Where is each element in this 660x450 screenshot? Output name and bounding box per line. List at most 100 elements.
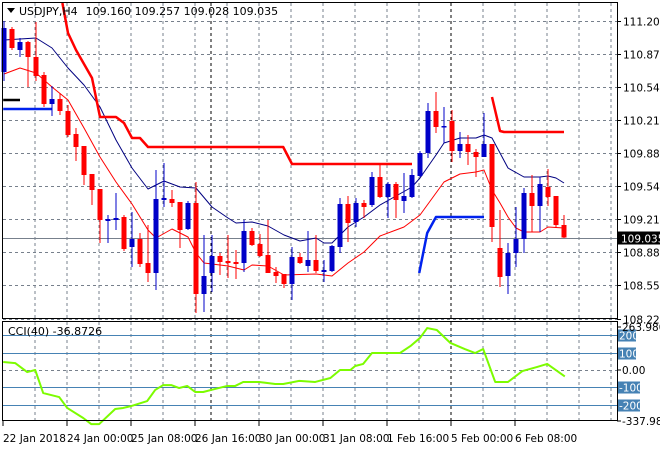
candle-bear (145, 263, 151, 273)
candle-bull (153, 199, 159, 273)
candle-bull (105, 219, 111, 221)
cci-level-label: 100 (619, 349, 639, 361)
candle-bull (441, 126, 447, 128)
price-tick-label: 109.545 (623, 182, 660, 194)
cci-title: CCI(40) -36.8726 (8, 325, 102, 338)
candle-bear (97, 189, 103, 220)
price-pane-frame (2, 2, 618, 319)
candle-bear (449, 121, 455, 151)
candle-bear (281, 274, 287, 284)
time-label: 6 Feb 08:00 (515, 433, 577, 445)
candle-bear (177, 202, 183, 230)
candle-bear (217, 256, 223, 262)
time-label: 26 Jan 16:00 (195, 433, 261, 445)
candle-bear (361, 203, 367, 207)
collapse-triangle-icon[interactable] (7, 8, 15, 13)
price-tick-label: 109.215 (623, 215, 660, 227)
candle-bear (377, 177, 383, 197)
candle-bull (113, 218, 119, 220)
time-label: 31 Jan 08:00 (323, 433, 389, 445)
symbol-label: USDJPY,H4 109.160 109.257 109.028 109.035 (19, 5, 278, 18)
cci-line (3, 327, 566, 426)
candle-bull (401, 196, 407, 201)
indicator-overlays (3, 2, 565, 277)
candle-bull (241, 231, 247, 263)
chart-window[interactable]: 111.200 110.870 110.540 110.210 109.880 109.5… (0, 0, 660, 450)
candle-bear (297, 257, 303, 263)
candle-bear (393, 184, 399, 200)
candle-bull (353, 203, 359, 222)
candle-bull (425, 111, 431, 153)
candle-bear (257, 244, 263, 256)
price-tick-label: 109.880 (623, 149, 660, 161)
candle-bull (513, 239, 519, 253)
stop-upper-line (490, 96, 564, 134)
candle-bear (73, 134, 79, 147)
chart-canvas[interactable]: 111.200 110.870 110.540 110.210 109.880 109.5… (0, 0, 660, 450)
candle-bull (209, 256, 215, 273)
candle-bear (41, 75, 47, 104)
price-tick-label: 108.555 (623, 281, 660, 293)
candle-bull (17, 42, 23, 50)
current-price-label: 109.035 (621, 234, 660, 246)
candle-bear (465, 144, 471, 152)
candle-bull (417, 153, 423, 176)
candle-bull (409, 175, 415, 197)
candle-bear (81, 146, 87, 175)
candle-bear (57, 99, 63, 111)
candle-bull (385, 184, 391, 197)
ma-slow-line (3, 67, 565, 277)
price-tick-label: 110.540 (623, 83, 660, 95)
time-label: 25 Jan 08:00 (131, 433, 197, 445)
candle-bear (121, 217, 127, 249)
price-axis: 111.200 110.870 110.540 110.210 109.880 109.5… (617, 17, 660, 428)
candle-bull (185, 203, 191, 229)
candle-bear (561, 225, 567, 238)
candle-bull (369, 177, 375, 205)
candle-bear (273, 272, 279, 276)
price-tick-label: 111.200 (623, 17, 660, 29)
candle-bear (65, 111, 71, 135)
price-tick-label: 110.870 (623, 50, 660, 62)
cci-axis-label: -337.9806 (622, 416, 660, 428)
candle-bull (481, 144, 487, 157)
stop-upper-line (61, 2, 412, 166)
candle-bear (545, 187, 551, 197)
price-tick-label: 110.210 (623, 116, 660, 128)
candle-bear (529, 193, 535, 206)
candle-bear (473, 152, 479, 157)
candle-bear (249, 231, 255, 245)
candle-bull (505, 253, 511, 276)
stop-lower-line (417, 215, 484, 274)
time-label: 1 Feb 16:00 (387, 433, 449, 445)
candle-bear (313, 260, 319, 271)
price-tick-label: 108.885 (623, 248, 660, 260)
candle-bear (553, 196, 559, 225)
candle-bear (225, 261, 231, 263)
candle-bull (129, 239, 135, 247)
candle-bear (25, 42, 31, 57)
candle-bear (233, 262, 239, 264)
time-label: 24 Jan 00:00 (67, 433, 133, 445)
candle-bull (521, 193, 527, 239)
candle-bear (489, 144, 495, 227)
candle-bear (137, 239, 143, 264)
candle-bear (193, 203, 199, 294)
candle-bull (161, 198, 167, 200)
cci-axis-label: 263.9807 (622, 322, 660, 334)
cci-level-label: -200 (619, 401, 643, 413)
time-label: 30 Jan 00:00 (259, 433, 325, 445)
cci-axis-label: 0.00 (622, 365, 645, 377)
candles (1, 21, 567, 313)
candle-bear (9, 29, 15, 48)
candle-bull (537, 184, 543, 206)
candle-bear (265, 255, 271, 273)
candle-bull (49, 99, 55, 104)
candle-bull (305, 260, 311, 266)
candle-bear (33, 57, 39, 76)
time-label: 5 Feb 00:00 (451, 433, 513, 445)
candle-bull (329, 246, 335, 271)
time-axis: 22 Jan 2018 24 Jan 00:0025 Jan 08:0026 Ja… (2, 421, 577, 445)
candle-bull (289, 257, 295, 284)
candle-bull (321, 270, 327, 272)
